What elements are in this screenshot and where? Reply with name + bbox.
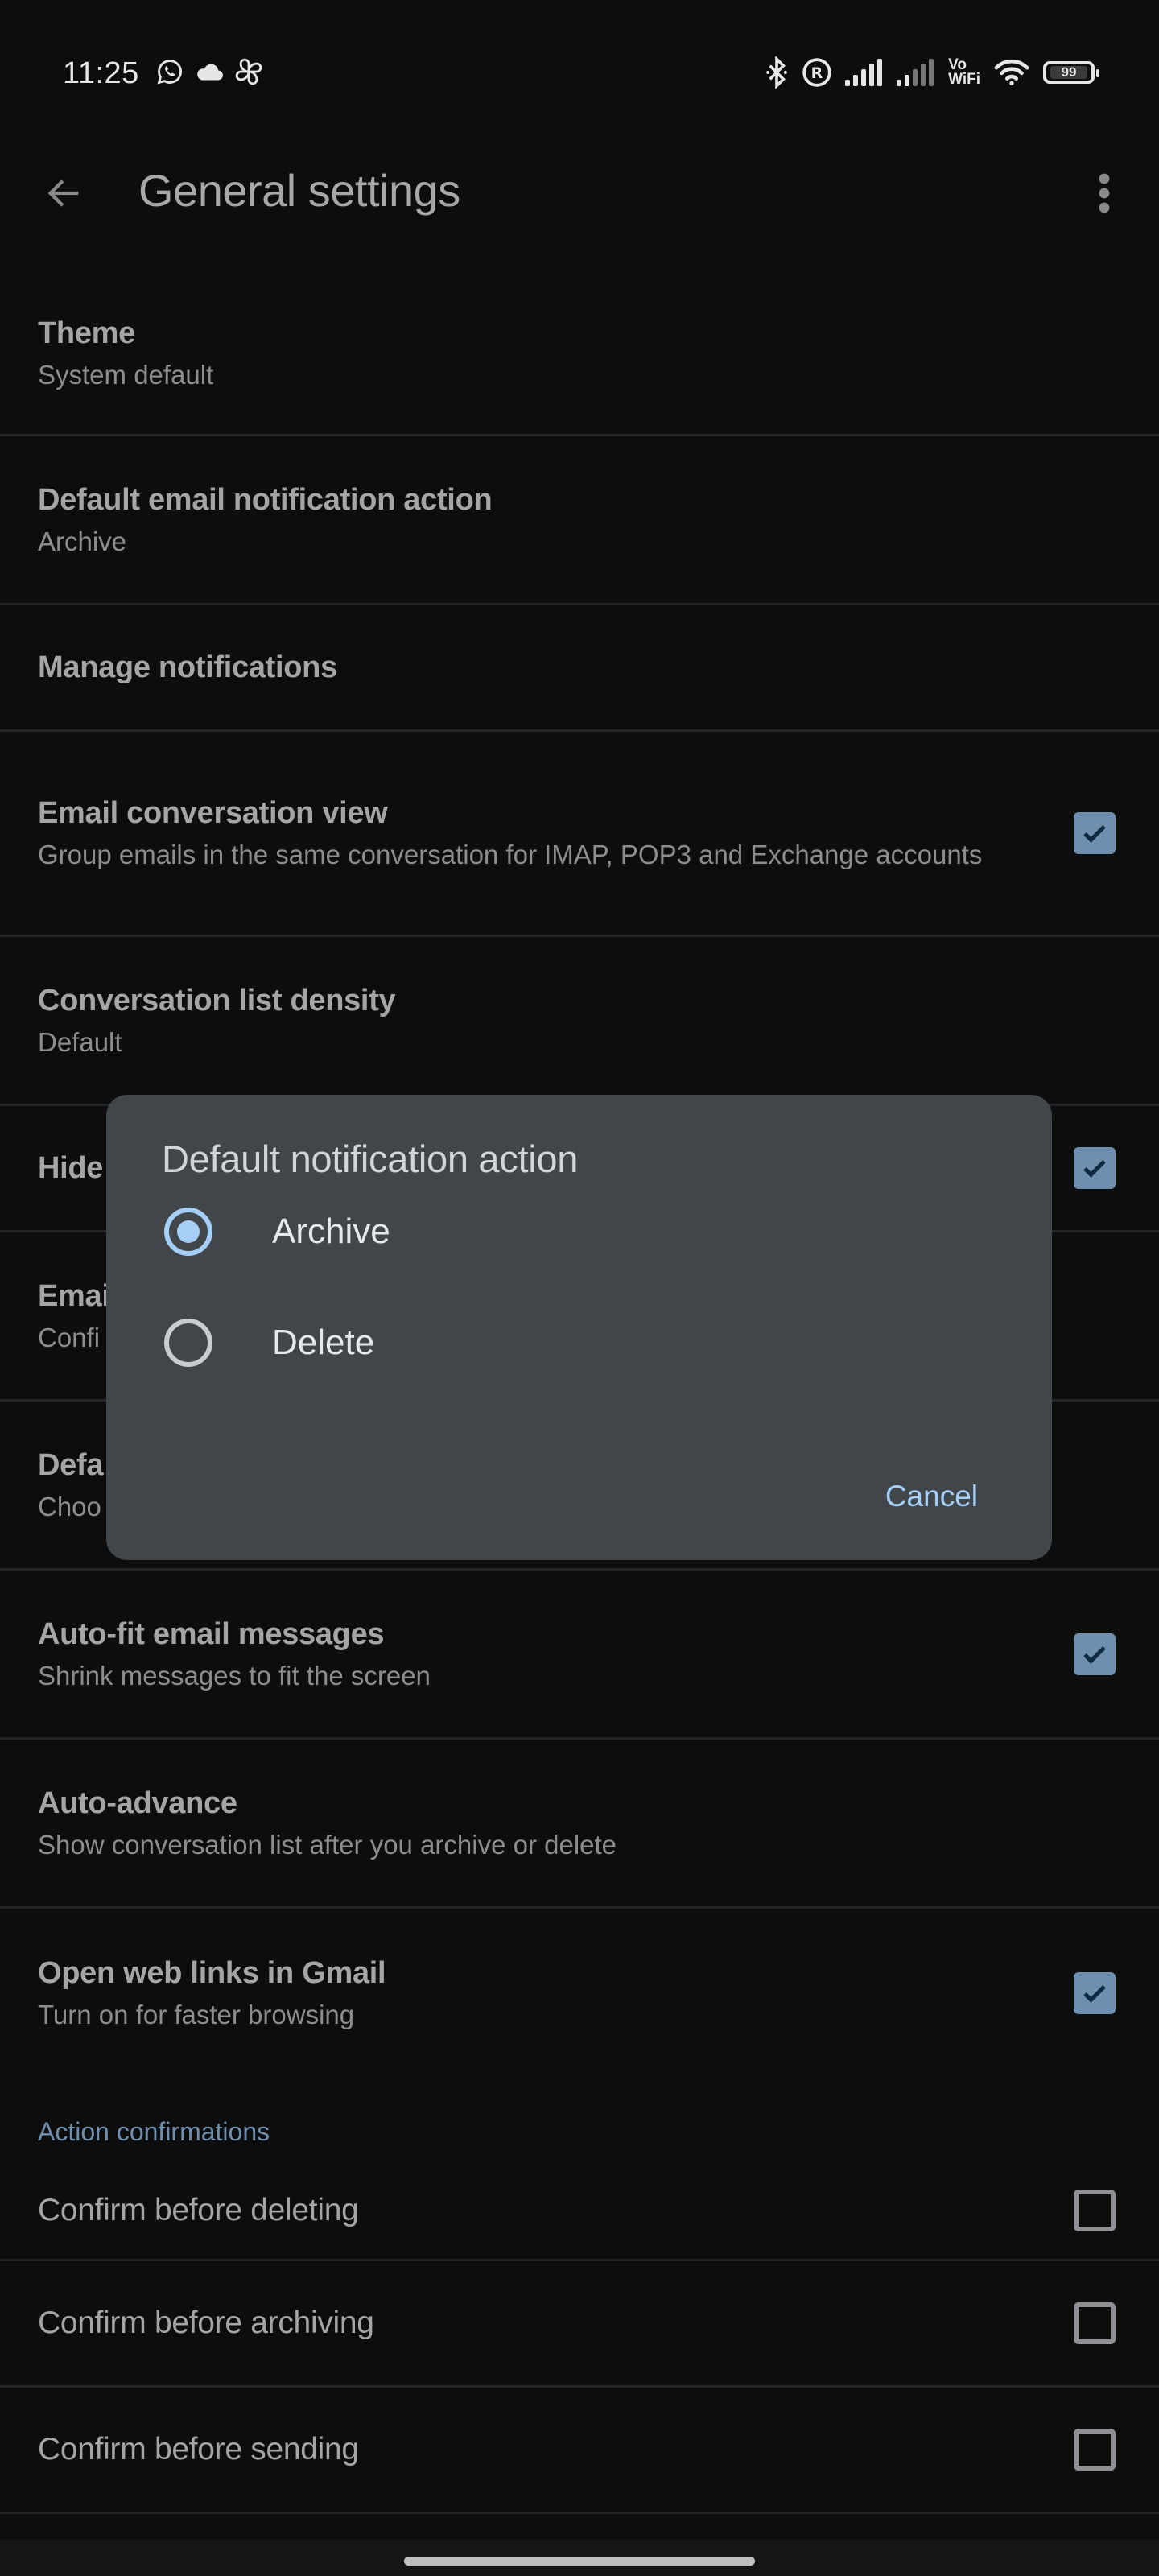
checkmark-icon bbox=[1083, 1984, 1106, 2003]
setting-title: Manage notifications bbox=[38, 650, 337, 684]
setting-subtitle: Archive bbox=[38, 526, 127, 556]
checkmark-icon bbox=[1083, 1159, 1106, 1178]
back-button[interactable] bbox=[32, 167, 97, 219]
setting-auto-advance[interactable]: Auto-advance Show conversation list afte… bbox=[0, 1740, 1159, 1909]
setting-subtitle: Turn on for faster browsing bbox=[38, 2000, 355, 2029]
option-delete[interactable]: Delete bbox=[145, 1298, 1014, 1387]
app-bar: General settings bbox=[0, 150, 1159, 237]
setting-title: Default email notification action bbox=[38, 482, 493, 517]
confirm-sending-checkbox[interactable] bbox=[1074, 2429, 1116, 2471]
registered-icon: R bbox=[802, 57, 832, 88]
cloud-icon bbox=[195, 61, 224, 82]
setting-title: Conversation list density bbox=[38, 983, 396, 1018]
radio-delete[interactable] bbox=[164, 1319, 212, 1367]
setting-title: Confirm before archiving bbox=[38, 2306, 374, 2340]
setting-confirm-before-deleting[interactable]: Confirm before deleting bbox=[0, 2161, 1159, 2261]
setting-open-web-links-in-gmail[interactable]: Open web links in Gmail Turn on for fast… bbox=[0, 1909, 1159, 2078]
setting-title: Open web links in Gmail bbox=[38, 1956, 386, 1990]
setting-subtitle: Shrink messages to fit the screen bbox=[38, 1660, 431, 1690]
setting-title: Auto-advance bbox=[38, 1785, 237, 1820]
setting-subtitle: Show conversation list after you archive… bbox=[38, 1829, 617, 1860]
hide-setting-checkbox[interactable] bbox=[1074, 1147, 1116, 1189]
radio-archive[interactable] bbox=[164, 1208, 212, 1256]
auto-fit-checkbox[interactable] bbox=[1074, 1633, 1116, 1675]
setting-manage-notifications[interactable]: Manage notifications bbox=[0, 605, 1159, 732]
setting-default-email-notification-action[interactable]: Default email notification action Archiv… bbox=[0, 436, 1159, 605]
home-handle[interactable] bbox=[404, 2557, 755, 2566]
option-archive[interactable]: Archive bbox=[145, 1187, 1014, 1276]
arrow-left-icon bbox=[47, 180, 79, 207]
wifi-icon bbox=[993, 58, 1030, 87]
status-time: 11:25 bbox=[63, 56, 139, 90]
setting-title: Auto-fit email messages bbox=[38, 1616, 385, 1651]
notification-action-dialog: Default notification action Archive Dele… bbox=[106, 1095, 1052, 1560]
more-vert-icon bbox=[1099, 173, 1110, 213]
dialog-title: Default notification action bbox=[162, 1137, 579, 1180]
checkmark-icon bbox=[1083, 1645, 1106, 1664]
option-label: Delete bbox=[272, 1323, 375, 1362]
signal-sim2-icon bbox=[897, 59, 935, 86]
bluetooth-icon bbox=[765, 56, 789, 89]
setting-title: Email conversation view bbox=[38, 796, 388, 830]
signal-sim1-icon bbox=[845, 59, 884, 86]
status-bar: 11:25 R Vo WiFi 99 bbox=[0, 0, 1159, 150]
cancel-button[interactable]: Cancel bbox=[877, 1473, 986, 1520]
svg-text:R: R bbox=[811, 64, 823, 82]
vowifi-icon: Vo WiFi bbox=[948, 56, 980, 88]
more-options-button[interactable] bbox=[1079, 167, 1130, 219]
page-title: General settings bbox=[138, 165, 460, 216]
confirm-archiving-checkbox[interactable] bbox=[1074, 2302, 1116, 2344]
setting-theme[interactable]: Theme System default bbox=[0, 272, 1159, 436]
setting-subtitle: Group emails in the same conversation fo… bbox=[38, 840, 983, 869]
whatsapp-icon bbox=[156, 58, 184, 85]
setting-subtitle: System default bbox=[38, 359, 214, 390]
setting-conversation-list-density[interactable]: Conversation list density Default bbox=[0, 937, 1159, 1106]
battery-icon: 99 bbox=[1043, 61, 1099, 84]
setting-confirm-before-sending[interactable]: Confirm before sending bbox=[0, 2388, 1159, 2514]
option-label: Archive bbox=[272, 1212, 390, 1251]
setting-subtitle: Default bbox=[38, 1026, 122, 1057]
gesture-nav-bar bbox=[0, 2540, 1159, 2576]
setting-email-conversation-view[interactable]: Email conversation view Group emails in … bbox=[0, 732, 1159, 937]
battery-level: 99 bbox=[1050, 64, 1087, 80]
setting-title: Theme bbox=[38, 316, 135, 350]
setting-title: Confirm before deleting bbox=[38, 2192, 359, 2227]
section-header-action-confirmations: Action confirmations bbox=[38, 2117, 270, 2146]
confirm-deleting-checkbox[interactable] bbox=[1074, 2189, 1116, 2231]
setting-title: Confirm before sending bbox=[38, 2432, 359, 2467]
checkmark-icon bbox=[1083, 824, 1106, 843]
pinwheel-icon bbox=[235, 58, 262, 85]
open-web-links-checkbox[interactable] bbox=[1074, 1972, 1116, 2014]
conversation-view-checkbox[interactable] bbox=[1074, 812, 1116, 854]
setting-confirm-before-archiving[interactable]: Confirm before archiving bbox=[0, 2261, 1159, 2388]
setting-auto-fit-email-messages[interactable]: Auto-fit email messages Shrink messages … bbox=[0, 1571, 1159, 1740]
